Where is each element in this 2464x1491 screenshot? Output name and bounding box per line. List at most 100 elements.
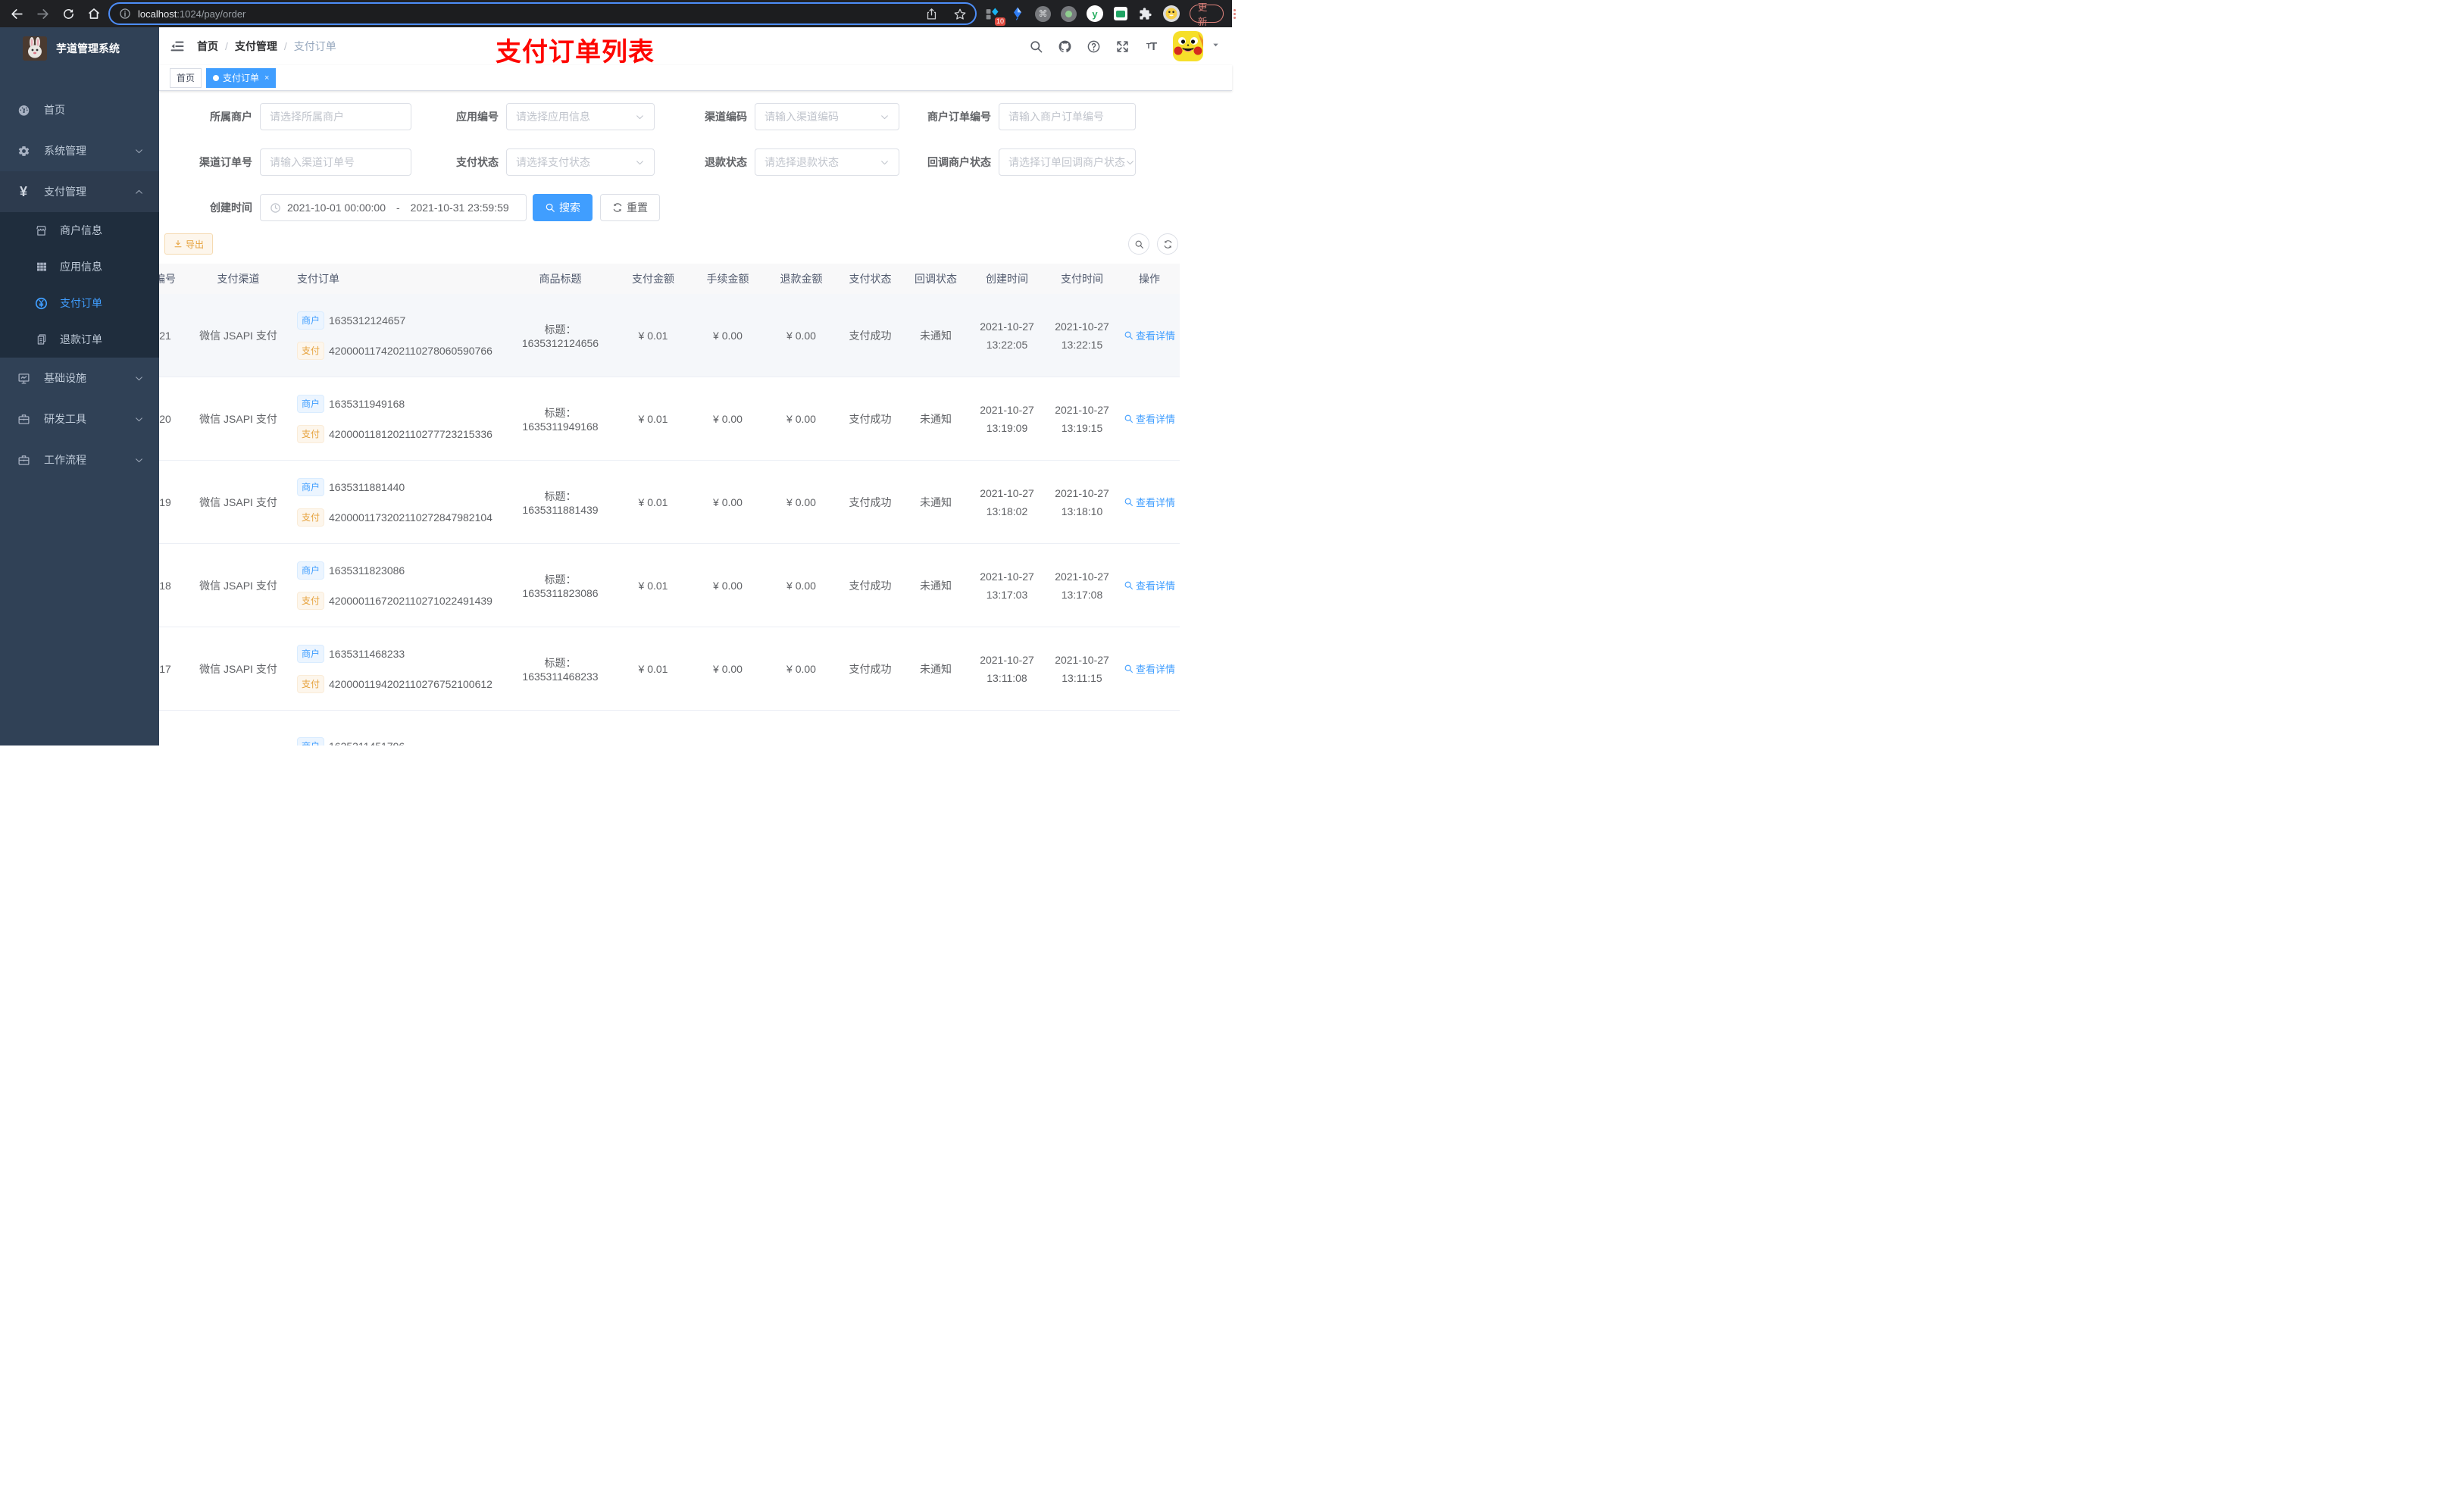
browser-toolbar: localhost:1024/pay/order 10 ⌘ y 更新 [0,0,1236,27]
filter-label-create-time: 创建时间 [210,202,252,214]
search-icon[interactable] [1029,39,1043,54]
tag-home[interactable]: 首页 [170,67,202,88]
sidebar-item-application-info[interactable]: 应用信息 [0,248,159,285]
recorder-extension-icon[interactable] [1061,5,1077,22]
sidebar-item-home[interactable]: 首页 [0,89,159,130]
channel-order-no-input[interactable]: 请输入渠道订单号 [260,148,411,176]
merchant-order-no-input[interactable]: 请输入商户订单编号 [999,103,1136,130]
sidebar-item-system[interactable]: 系统管理 [0,130,159,171]
github-icon[interactable] [1058,39,1072,54]
user-avatar[interactable] [1173,31,1203,61]
shop-icon [35,224,48,237]
date-range-picker[interactable]: 2021-10-01 00:00:00 - 2021-10-31 23:59:5… [260,194,527,221]
cell-refund: ¥ 0.00 [786,412,816,425]
toggle-search-button[interactable] [1128,233,1149,255]
view-detail-link[interactable]: 查看详情 [1124,578,1175,592]
filter-label-pay-status: 支付状态 [456,156,499,168]
view-detail-link[interactable]: 查看详情 [1124,328,1175,342]
site-info-icon[interactable] [119,8,131,20]
view-detail-link[interactable]: 查看详情 [1124,495,1175,509]
extension-badge-icon[interactable]: 10 [985,5,1005,26]
avatar-caret-icon[interactable] [1212,41,1220,52]
reload-icon[interactable] [61,6,76,21]
pay-status-select[interactable]: 请选择支付状态 [506,148,655,176]
sidebar-item-merchant-info[interactable]: 商户信息 [0,212,159,248]
close-icon[interactable]: × [264,73,269,83]
date-separator: - [396,202,400,214]
cell-order: 商户 1635311823086 支付 4200001167202110271022… [289,561,505,610]
table-row[interactable]: 20 微信 JSAPI 支付 商户 1635311949168 支付 4200001… [159,377,1180,461]
view-detail-link[interactable]: 查看详情 [1124,661,1175,676]
top-navbar: 首页 / 支付管理 / 支付订单 支付订单列表 TT [159,27,1232,67]
refund-status-select[interactable]: 请选择退款状态 [755,148,899,176]
cell-pay-status: 支付成功 [849,412,892,425]
merchant-order-no: 1635311949168 [329,397,405,410]
col-pay-status: 支付状态 [849,273,892,285]
breadcrumb-pay-mgmt[interactable]: 支付管理 [235,39,277,54]
table-row[interactable]: 18 微信 JSAPI 支付 商户 1635311823086 支付 4200001… [159,544,1180,627]
profile-emoji-icon[interactable] [1162,5,1180,22]
merchant-order-no: 1635312124657 [329,314,406,327]
docs-question-icon[interactable] [1087,39,1101,54]
table-row[interactable]: 商户 1635311451796 [159,711,1180,746]
col-refund: 退款金额 [780,273,823,285]
cell-fee: ¥ 0.00 [713,495,743,508]
yen-circle-icon [35,297,48,310]
cell-amount: ¥ 0.01 [638,412,668,425]
reset-button[interactable]: 重置 [600,194,660,221]
command-extension-icon[interactable]: ⌘ [1035,5,1051,22]
channel-code-select[interactable]: 请输入渠道编码 [755,103,899,130]
view-detail-link[interactable]: 查看详情 [1124,411,1175,426]
filter-row-2: 渠道订单号 请输入渠道订单号 支付状态 请选择支付状态 退款状态 请选择退款状态… [164,148,1220,176]
cell-pay-status: 支付成功 [849,579,892,592]
merchant-select-input[interactable]: 请选择所属商户 [260,103,411,130]
sidebar-item-infrastructure[interactable]: 基础设施 [0,358,159,399]
merchant-order-no: 1635311451796 [329,740,405,746]
search-button[interactable]: 搜索 [533,194,593,221]
cell-id: 20 [159,412,171,425]
table-row[interactable]: 19 微信 JSAPI 支付 商户 1635311881440 支付 4200001… [159,461,1180,544]
tag-pay-order[interactable]: 支付订单 × [206,67,277,88]
grid-icon [35,261,48,274]
browser-menu-dots-icon[interactable] [1233,8,1236,19]
table-row[interactable]: 17 微信 JSAPI 支付 商户 1635311468233 支付 4200001… [159,627,1180,711]
address-bar[interactable]: localhost:1024/pay/order [108,2,977,25]
refresh-table-button[interactable] [1157,233,1178,255]
logo-row[interactable]: 芋道管理系统 [0,27,159,70]
chevron-down-icon [1125,158,1135,167]
table-row[interactable]: 21 微信 JSAPI 支付 商户 1635312124657 支付 4200001… [159,294,1180,377]
sidebar-item-refund-order[interactable]: 退款订单 [0,321,159,358]
cell-notify-status: 未通知 [920,579,952,592]
channel-order-no: 4200001181202110277723215336 [329,427,492,440]
puzzle-extensions-icon[interactable] [1138,5,1153,22]
sidebar-item-pay-order[interactable]: 支付订单 [0,285,159,321]
chat-extension-icon[interactable] [1113,5,1128,22]
home-icon[interactable] [86,6,102,21]
back-icon[interactable] [9,6,24,21]
tag-label: 首页 [177,73,195,83]
table-header: 编号 支付渠道 支付订单 商品标题 支付金额 手续金额 退款金额 支付状态 回调… [159,264,1180,294]
channel-order-no: 4200001174202110278060590766 [329,344,492,357]
cell-fee: ¥ 0.00 [713,662,743,675]
sidebar-toggle-icon[interactable] [170,39,185,54]
app-select[interactable]: 请选择应用信息 [506,103,655,130]
font-size-icon[interactable]: TT [1144,39,1159,54]
forward-icon[interactable] [35,6,50,21]
export-button[interactable]: 导出 [164,233,214,255]
sidebar-item-devtools[interactable]: 研发工具 [0,399,159,439]
bookmark-star-icon[interactable] [953,8,966,20]
breadcrumb-separator: / [225,40,228,52]
notify-status-select[interactable]: 请选择订单回调商户状态 [999,148,1136,176]
update-button[interactable]: 更新 [1189,2,1224,27]
fullscreen-icon[interactable] [1115,39,1130,54]
search-icon [1124,580,1134,590]
chevron-down-icon [134,455,144,465]
share-icon[interactable] [925,8,938,20]
y-extension-icon[interactable]: y [1087,5,1103,22]
search-icon [1124,414,1134,424]
breadcrumb-home[interactable]: 首页 [197,39,218,54]
chevron-up-icon [134,187,144,197]
sidebar-item-workflow[interactable]: 工作流程 [0,439,159,480]
sidebar-item-payment[interactable]: ¥ 支付管理 [0,171,159,212]
kite-extension-icon[interactable] [1010,5,1025,22]
